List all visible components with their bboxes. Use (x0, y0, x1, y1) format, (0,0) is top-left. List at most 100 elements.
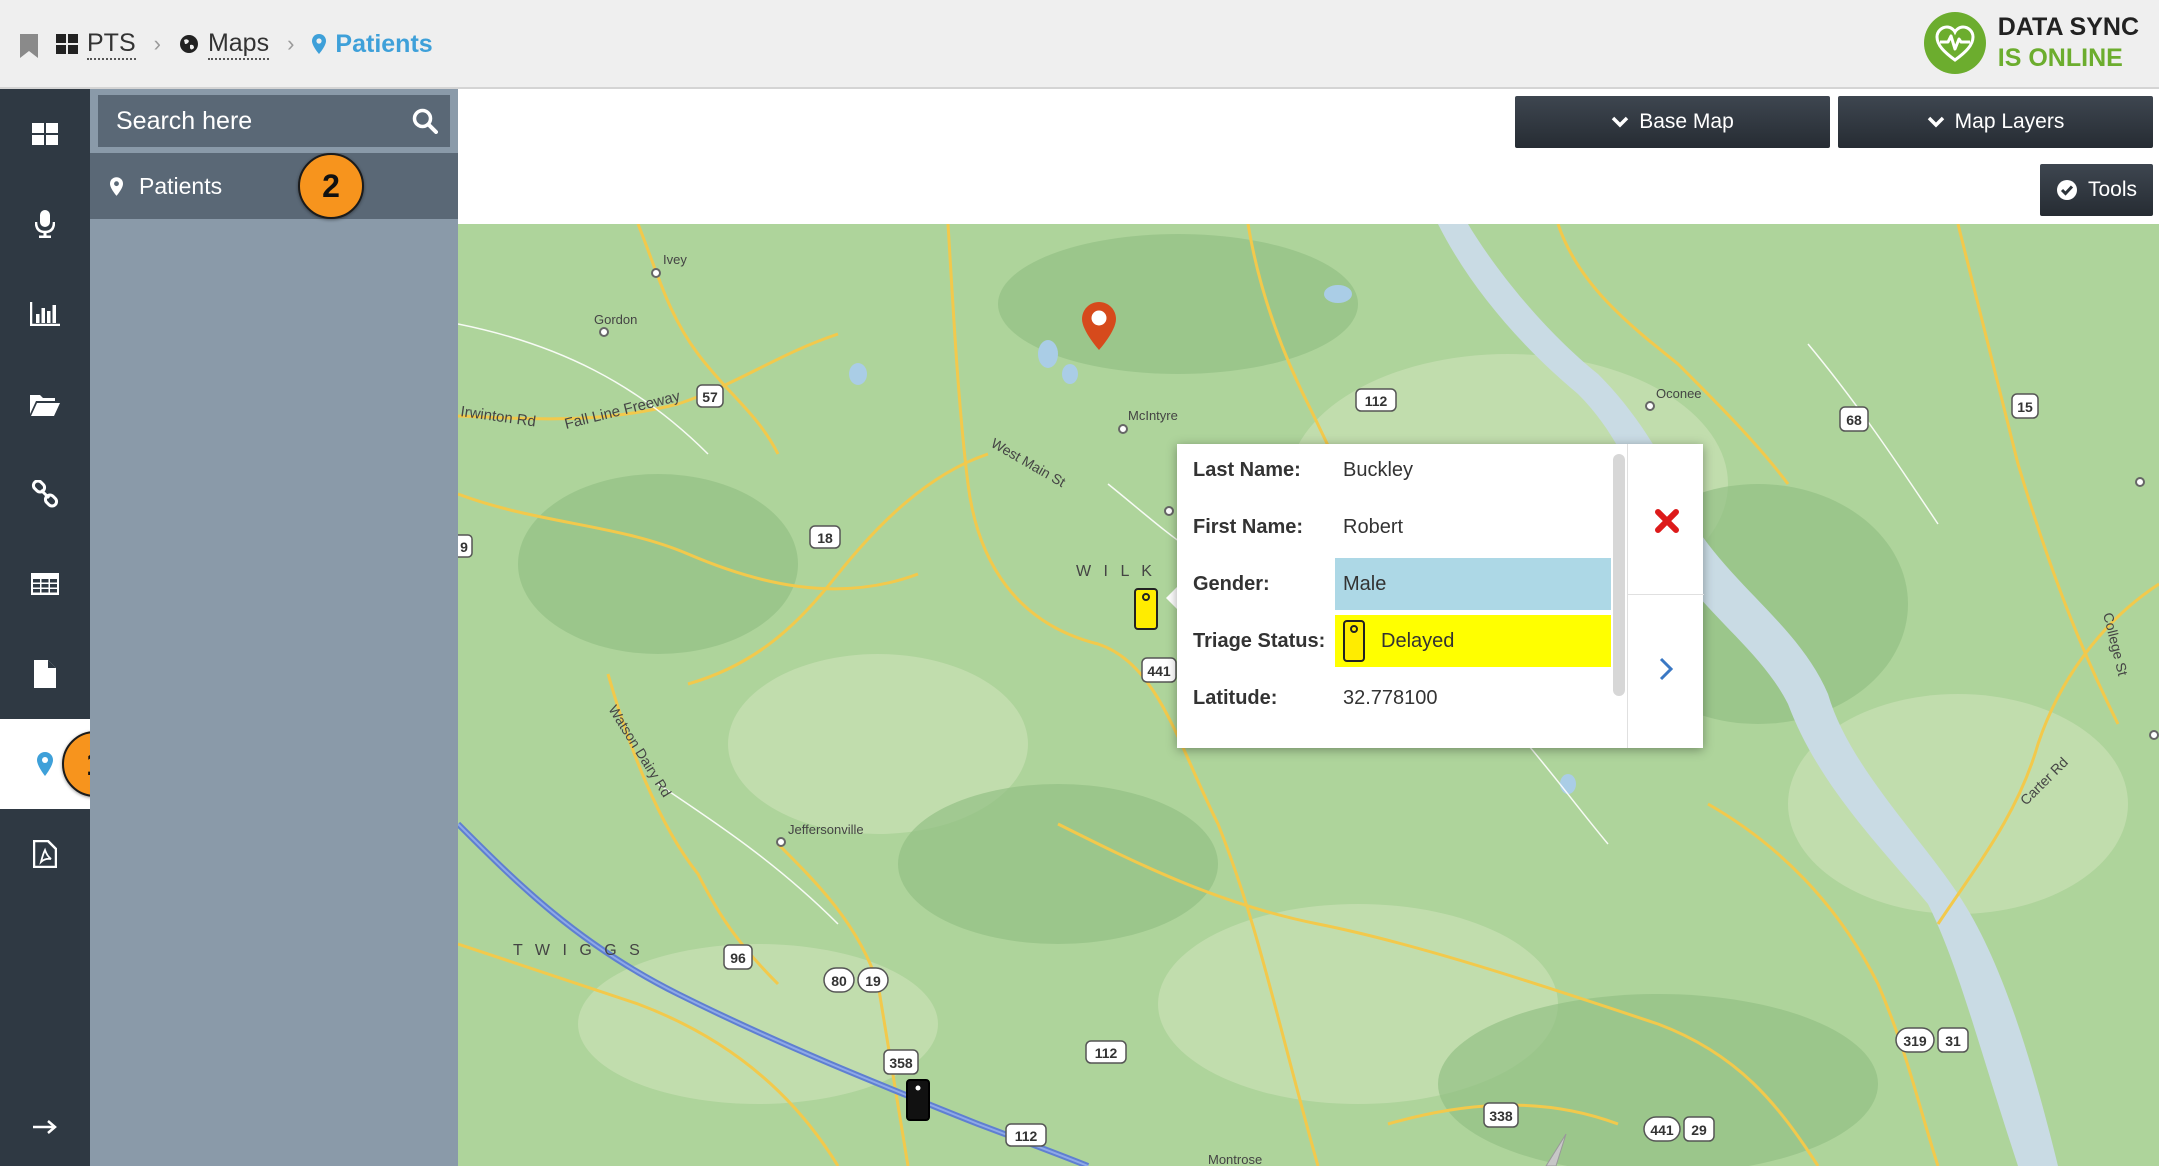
road-shield: 441 (1643, 1116, 1681, 1142)
search-box (98, 95, 450, 147)
rail-dashboard[interactable] (0, 89, 90, 179)
sync-text: DATA SYNC IS ONLINE (1998, 12, 2139, 74)
field-label: First Name: (1193, 515, 1304, 538)
location-pin-icon[interactable] (1082, 302, 1116, 350)
road-shield: 112 (1085, 1040, 1127, 1064)
panel-item-patients[interactable]: Patients 2 (90, 153, 458, 219)
step-badge: 2 (298, 153, 364, 219)
chevron-right-icon[interactable] (1654, 654, 1678, 684)
bar-chart-icon (30, 302, 60, 326)
rail-table[interactable] (0, 539, 90, 629)
rail-microphone[interactable] (0, 179, 90, 269)
search-icon[interactable] (412, 108, 438, 134)
svg-text:112: 112 (1015, 1128, 1038, 1144)
chevron-down-icon (1927, 116, 1944, 128)
svg-text:112: 112 (1095, 1045, 1118, 1061)
svg-text:31: 31 (1945, 1033, 1961, 1049)
heart-pulse-icon (1923, 12, 1986, 74)
map-label: McIntyre (1128, 408, 1178, 423)
popup-scrollbar[interactable] (1613, 454, 1625, 696)
popup-divider (1628, 594, 1704, 595)
rail-documents[interactable] (0, 629, 90, 719)
top-header: PTS › Maps › Patients DATA SYNC IS ONLIN… (0, 0, 2159, 89)
rail-links[interactable] (0, 449, 90, 539)
folder-open-icon (30, 395, 60, 416)
road-shield: 80 (823, 967, 855, 993)
popup-row-latitude: Latitude: 32.778100 (1177, 672, 1613, 724)
svg-text:57: 57 (702, 389, 718, 405)
map-marker-icon (110, 176, 123, 196)
close-icon[interactable] (1650, 504, 1684, 538)
svg-text:319: 319 (1903, 1033, 1927, 1049)
svg-text:19: 19 (865, 973, 881, 989)
map-toolbar: Base Map Map Layers Tools (458, 89, 2159, 224)
panel-item-label: Patients (139, 172, 223, 199)
breadcrumb: PTS › Maps › Patients (56, 26, 433, 62)
svg-text:441: 441 (1147, 663, 1171, 679)
rail-pdf[interactable] (0, 809, 90, 899)
field-value: Male (1335, 558, 1611, 610)
breadcrumb-maps[interactable]: Maps (179, 28, 270, 60)
map-layers-button[interactable]: Map Layers (1838, 96, 2153, 148)
road-shield: 31 (1937, 1027, 1969, 1053)
field-value: Delayed (1381, 629, 1455, 652)
breadcrumb-separator: › (287, 31, 295, 56)
table-icon (31, 573, 59, 595)
road-shield: 9 (458, 534, 473, 558)
field-label: Gender: (1193, 572, 1270, 595)
svg-text:9: 9 (460, 539, 468, 555)
road-shield: 441 (1141, 657, 1177, 683)
check-circle-icon (2056, 180, 2077, 200)
search-input[interactable] (116, 106, 406, 136)
bookmark-icon[interactable] (20, 34, 38, 58)
svg-text:112: 112 (1365, 393, 1388, 409)
rail-reports[interactable] (0, 269, 90, 359)
tools-label: Tools (2087, 178, 2138, 201)
breadcrumb-label: PTS (87, 28, 136, 60)
breadcrumb-label: Maps (207, 28, 270, 60)
breadcrumb-pts[interactable]: PTS (56, 28, 136, 60)
link-icon (31, 480, 59, 508)
popup-row-last-name: Last Name: Buckley (1177, 444, 1613, 496)
field-value: Robert (1343, 515, 1404, 538)
chevron-down-icon (1611, 116, 1629, 128)
popup-row-triage-status: Triage Status: Delayed (1177, 615, 1613, 667)
map-marker-icon (37, 752, 53, 776)
svg-text:29: 29 (1691, 1122, 1707, 1138)
map-label: Montrose (1208, 1152, 1262, 1166)
road-shield: 96 (723, 944, 753, 970)
road-shield: 19 (857, 967, 889, 993)
base-map-label: Base Map (1639, 110, 1734, 133)
side-panel: Patients 2 (90, 89, 458, 1166)
triage-tag-delayed-marker[interactable] (1134, 588, 1158, 630)
svg-text:96: 96 (730, 950, 746, 966)
road-shield: 18 (809, 525, 841, 549)
popup-row-gender: Gender: Male (1177, 558, 1613, 610)
icon-rail: 1 (0, 89, 128, 1166)
road-shield: 112 (1355, 388, 1397, 412)
field-value: Buckley (1343, 458, 1414, 481)
rail-folders[interactable] (0, 359, 90, 449)
base-map-button[interactable]: Base Map (1515, 96, 1830, 148)
road-shield: 15 (2011, 393, 2039, 419)
popup-row-first-name: First Name: Robert (1177, 501, 1613, 553)
map-label: Jeffersonville (788, 822, 864, 837)
triage-tag-expectant-marker[interactable] (906, 1079, 930, 1121)
sync-line-1: DATA SYNC (1997, 13, 2139, 41)
map-label: T W I G G S (513, 942, 644, 959)
pdf-icon (33, 840, 57, 868)
triage-value-cell: Delayed (1335, 615, 1611, 667)
breadcrumb-label: Patients (335, 30, 433, 58)
data-sync-status: DATA SYNC IS ONLINE (1923, 12, 2139, 74)
triage-tag-icon (1343, 620, 1365, 662)
svg-text:441: 441 (1650, 1122, 1674, 1138)
tools-button[interactable]: Tools (2040, 164, 2153, 216)
collapse-rail-button[interactable] (0, 1093, 90, 1161)
sync-line-2: IS ONLINE (1997, 44, 2123, 72)
road-shield: 57 (696, 384, 724, 408)
document-icon (34, 660, 56, 688)
road-shield: 358 (883, 1049, 919, 1075)
rail-maps[interactable]: 1 (0, 719, 128, 809)
svg-text:338: 338 (1489, 1108, 1513, 1124)
map-label: Ivey (663, 252, 687, 267)
